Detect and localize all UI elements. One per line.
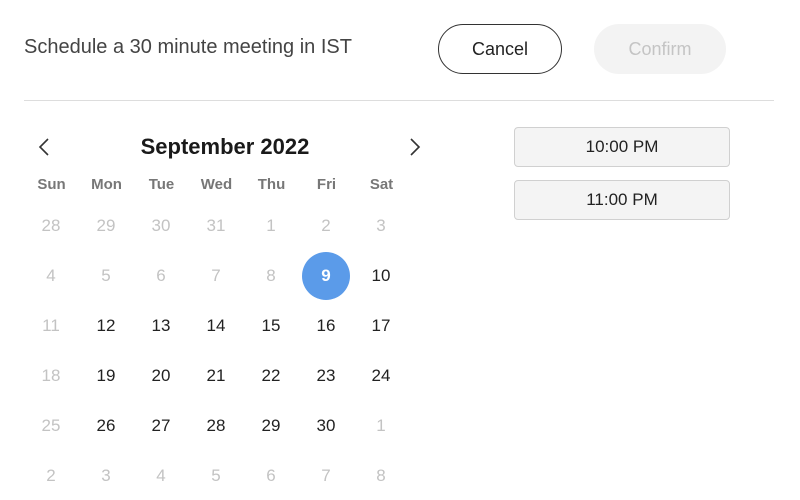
page-title: Schedule a 30 minute meeting in IST	[24, 36, 352, 58]
calendar-day: 4	[156, 466, 166, 485]
weekday-header: Sun	[37, 176, 66, 193]
calendar-day[interactable]: 16	[302, 302, 350, 350]
calendar-day: 5	[101, 266, 111, 285]
calendar-day[interactable]: 14	[192, 302, 240, 350]
calendar-day[interactable]: 12	[82, 302, 130, 350]
calendar-day[interactable]: 24	[357, 352, 405, 400]
header-divider	[24, 100, 774, 101]
calendar-day[interactable]: 30	[302, 402, 350, 450]
weekday-header: Sat	[369, 176, 394, 193]
calendar-day: 1	[376, 416, 386, 435]
selected-day[interactable]: 9	[302, 252, 350, 300]
weekday-header: Thu	[257, 176, 286, 193]
previous-month-button[interactable]	[33, 136, 55, 158]
calendar-day: 7	[211, 266, 221, 285]
calendar-day[interactable]: 13	[137, 302, 185, 350]
calendar-day: 8	[376, 466, 386, 485]
time-slot-button[interactable]: 10:00 PM	[514, 127, 730, 167]
calendar-day: 6	[156, 266, 166, 285]
calendar-day[interactable]: 17	[357, 302, 405, 350]
calendar-day: 25	[41, 416, 61, 435]
calendar-day: 7	[321, 466, 331, 485]
calendar-day[interactable]: 26	[82, 402, 130, 450]
calendar-day: 18	[41, 366, 61, 385]
weekday-header: Tue	[148, 176, 175, 193]
weekday-header: Mon	[91, 176, 122, 193]
month-label: September 2022	[140, 134, 310, 159]
calendar-day[interactable]: 28	[192, 402, 240, 450]
calendar-day[interactable]: 27	[137, 402, 185, 450]
chevron-left-icon	[38, 138, 49, 156]
calendar-day[interactable]: 21	[192, 352, 240, 400]
calendar-day: 28	[41, 216, 61, 235]
weekday-header: Fri	[316, 176, 337, 193]
next-month-button[interactable]	[404, 136, 426, 158]
chevron-right-icon	[410, 138, 421, 156]
cancel-button[interactable]: Cancel	[438, 24, 562, 74]
calendar-day: 2	[46, 466, 56, 485]
calendar-day: 6	[266, 466, 276, 485]
calendar-day: 30	[151, 216, 171, 235]
confirm-button[interactable]: Confirm	[594, 24, 726, 74]
calendar-day: 5	[211, 466, 221, 485]
calendar-day[interactable]: 10	[357, 252, 405, 300]
calendar-day: 11	[42, 316, 60, 335]
calendar-day: 3	[101, 466, 111, 485]
calendar-day: 3	[376, 216, 386, 235]
calendar-day[interactable]: 29	[247, 402, 295, 450]
calendar-day[interactable]: 20	[137, 352, 185, 400]
calendar-day[interactable]: 19	[82, 352, 130, 400]
calendar-day: 1	[266, 216, 276, 235]
weekday-header: Wed	[200, 176, 233, 193]
calendar-day: 29	[96, 216, 116, 235]
calendar-day: 4	[46, 266, 56, 285]
calendar-day[interactable]: 22	[247, 352, 295, 400]
calendar-day[interactable]: 15	[247, 302, 295, 350]
calendar-day: 2	[321, 216, 331, 235]
calendar-day: 8	[266, 266, 276, 285]
time-slot-button[interactable]: 11:00 PM	[514, 180, 730, 220]
calendar-day[interactable]: 23	[302, 352, 350, 400]
calendar-day: 31	[206, 216, 226, 235]
